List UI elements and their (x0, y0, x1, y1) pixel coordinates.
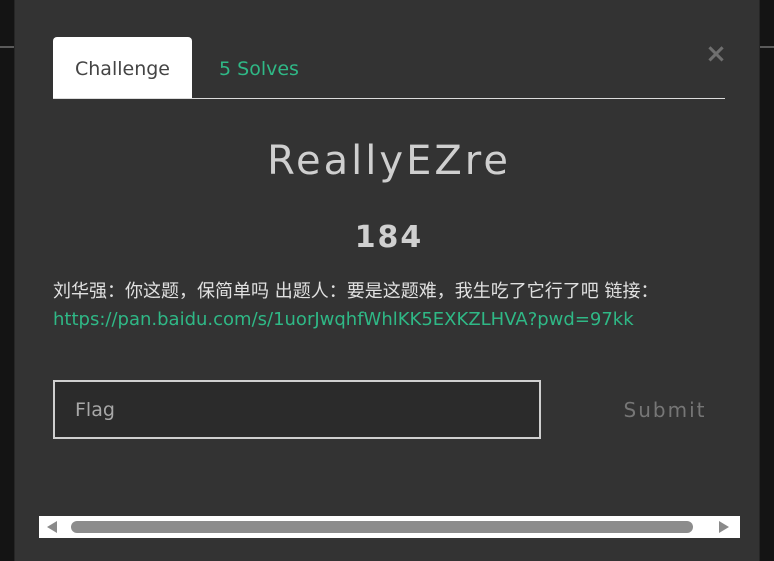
horizontal-scrollbar[interactable] (39, 516, 740, 538)
submit-button[interactable]: Submit (595, 382, 735, 438)
challenge-value: 184 (354, 220, 424, 255)
scroll-left-arrow-icon[interactable] (47, 521, 57, 533)
description-text: 刘华强：你这题，保简单吗 出题人：要是这题难，我生吃了它行了吧 链接： (53, 281, 659, 302)
description-link[interactable]: https://pan.baidu.com/s/1uorJwqhfWhlKK5E… (53, 309, 634, 330)
tab-solves[interactable]: 5 Solves (195, 37, 323, 98)
challenge-description: 刘华强：你这题，保简单吗 出题人：要是这题难，我生吃了它行了吧 链接： https… (53, 278, 725, 334)
tab-challenge[interactable]: Challenge (53, 37, 192, 98)
challenge-modal: × Challenge 5 Solves ReallyEZre 184 刘华强：… (14, 0, 760, 561)
scroll-right-arrow-icon[interactable] (719, 521, 729, 533)
flag-input[interactable] (53, 380, 541, 439)
modal-tabs: Challenge 5 Solves (53, 37, 725, 99)
backdrop-divider-right (760, 46, 774, 48)
scrollbar-thumb[interactable] (71, 521, 693, 533)
backdrop-divider-left (0, 46, 14, 48)
challenge-name: ReallyEZre (267, 138, 511, 184)
